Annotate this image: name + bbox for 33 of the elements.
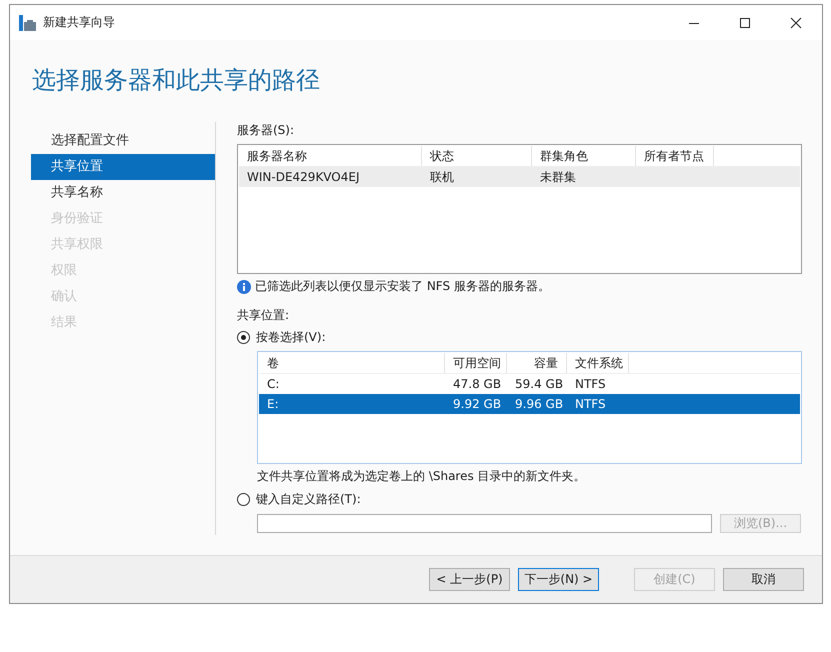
server-row[interactable]: WIN-DE429KVO4EJ 联机 未群集 [239, 167, 800, 187]
column-header[interactable]: 服务器名称 [239, 146, 422, 166]
server-icon [19, 14, 37, 30]
wizard-button[interactable]: 下一步(N) > [518, 568, 599, 591]
servers-label: 服务器(S): [237, 122, 294, 138]
wizard-step[interactable]: 共享名称 [31, 180, 215, 206]
close-icon[interactable] [790, 16, 802, 28]
maximize-icon[interactable] [739, 16, 751, 28]
path-field[interactable] [257, 514, 712, 533]
wizard-step[interactable]: 选择配置文件 [31, 128, 215, 154]
info-text: 已筛选此列表以便仅显示安装了 NFS 服务器的服务器。 [255, 278, 550, 295]
radio-label: 按卷选择(V): [256, 329, 326, 346]
column-header[interactable]: 可用空间 [445, 353, 507, 373]
window-title: 新建共享向导 [43, 14, 115, 31]
column-header[interactable]: 状态 [422, 146, 532, 166]
column-header[interactable]: 文件系统 [567, 353, 629, 373]
radio-button[interactable] [237, 331, 250, 344]
page-heading: 选择服务器和此共享的路径 [31, 65, 321, 96]
radio-option[interactable]: 按卷选择(V): [237, 329, 326, 346]
wizard-button[interactable]: < 上一步(P) [429, 568, 510, 591]
radio-button[interactable] [237, 493, 250, 506]
info-icon [237, 280, 251, 294]
wizard-step[interactable]: 共享位置 [31, 154, 215, 180]
column-header[interactable]: 卷 [259, 353, 445, 373]
hint-text: 文件共享位置将成为选定卷上的 \Shares 目录中的新文件夹。 [257, 468, 586, 485]
section-label: 共享位置: [237, 307, 290, 323]
column-header[interactable]: 群集角色 [532, 146, 636, 166]
column-header[interactable]: 容量 [507, 353, 567, 373]
volume-row[interactable]: C: 47.8 GB 59.4 GB NTFS [259, 374, 800, 394]
radio-label: 键入自定义路径(T): [256, 491, 361, 508]
column-header[interactable]: 所有者节点 [636, 146, 714, 166]
volume-row[interactable]: E: 9.92 GB 9.96 GB NTFS [259, 394, 800, 414]
wizard-button[interactable]: 取消 [723, 568, 804, 591]
